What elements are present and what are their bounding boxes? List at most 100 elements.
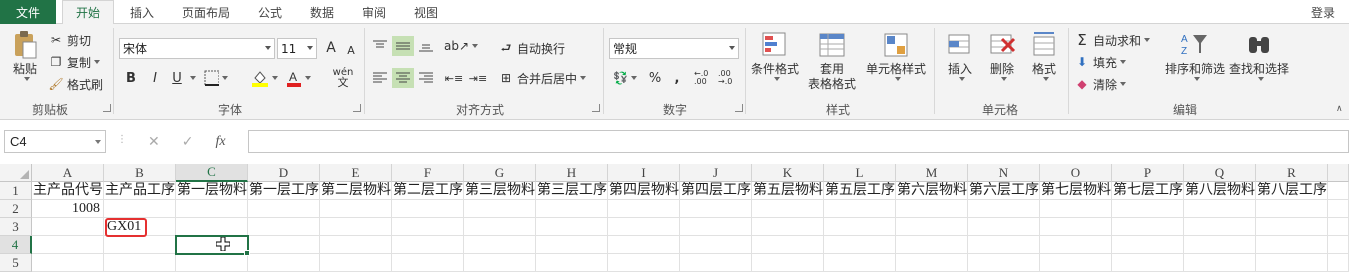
- cell[interactable]: [824, 236, 896, 254]
- column-header-m[interactable]: M: [896, 164, 968, 182]
- cell[interactable]: [536, 200, 608, 218]
- insert-cells-button[interactable]: 插入: [940, 30, 980, 81]
- align-center-button[interactable]: [392, 68, 414, 88]
- column-header-p[interactable]: P: [1112, 164, 1184, 182]
- column-header-a[interactable]: A: [32, 164, 104, 182]
- bold-button[interactable]: B: [122, 68, 140, 88]
- shrink-font-button[interactable]: A: [342, 40, 360, 60]
- cell[interactable]: [968, 218, 1040, 236]
- row-header-2[interactable]: 2: [0, 200, 32, 218]
- accounting-format-button[interactable]: 💱: [610, 68, 640, 88]
- cell[interactable]: 第六层工序: [968, 182, 1040, 200]
- cell[interactable]: [248, 254, 320, 272]
- collapse-ribbon-icon[interactable]: ∧: [1336, 104, 1343, 114]
- cell[interactable]: [464, 236, 536, 254]
- conditional-formatting-button[interactable]: 条件格式: [748, 30, 802, 81]
- cancel-icon[interactable]: ✕: [148, 134, 160, 150]
- column-header-f[interactable]: F: [392, 164, 464, 182]
- cell[interactable]: 第八层工序特: [1256, 182, 1328, 200]
- autosum-button[interactable]: Σ 自动求和: [1074, 30, 1151, 50]
- cell[interactable]: [392, 218, 464, 236]
- cell[interactable]: [248, 200, 320, 218]
- formula-input[interactable]: [248, 130, 1349, 153]
- cell[interactable]: 第一层工序: [248, 182, 320, 200]
- column-header-q[interactable]: Q: [1184, 164, 1256, 182]
- cell[interactable]: [464, 200, 536, 218]
- align-right-button[interactable]: [416, 68, 436, 88]
- cut-button[interactable]: ✂ 剪切: [48, 30, 91, 50]
- increase-decimal-button[interactable]: ←.0 .00: [694, 68, 716, 88]
- align-top-button[interactable]: [370, 36, 390, 56]
- paste-button[interactable]: 粘贴: [6, 30, 44, 81]
- cell[interactable]: [392, 200, 464, 218]
- column-header-h[interactable]: H: [536, 164, 608, 182]
- cell[interactable]: 第四层工序: [680, 182, 752, 200]
- cell[interactable]: [176, 200, 248, 218]
- cell[interactable]: [1112, 236, 1184, 254]
- cell[interactable]: [752, 254, 824, 272]
- underline-dropdown[interactable]: [186, 68, 196, 88]
- cell[interactable]: [104, 254, 176, 272]
- cell-styles-button[interactable]: 单元格样式: [864, 30, 928, 81]
- increase-indent-button[interactable]: ⇥≡: [468, 68, 488, 88]
- enter-icon[interactable]: ✓: [182, 134, 194, 150]
- cell[interactable]: [1328, 200, 1349, 218]
- cell[interactable]: [104, 236, 176, 254]
- underline-button[interactable]: U: [168, 68, 186, 88]
- cell[interactable]: [752, 236, 824, 254]
- login-link[interactable]: 登录: [1311, 4, 1335, 21]
- cell[interactable]: 1008: [32, 200, 104, 218]
- cell[interactable]: [968, 200, 1040, 218]
- cell[interactable]: [32, 236, 104, 254]
- comma-button[interactable]: ,: [670, 68, 684, 88]
- cell[interactable]: [248, 236, 320, 254]
- cell[interactable]: [824, 254, 896, 272]
- cell[interactable]: [824, 200, 896, 218]
- cell[interactable]: [1256, 254, 1328, 272]
- cell[interactable]: [896, 200, 968, 218]
- cell[interactable]: [32, 218, 104, 236]
- cell[interactable]: [896, 218, 968, 236]
- cell[interactable]: [896, 254, 968, 272]
- cell[interactable]: [320, 218, 392, 236]
- cell[interactable]: 第五层工序: [824, 182, 896, 200]
- cell[interactable]: [1328, 254, 1349, 272]
- align-left-button[interactable]: [370, 68, 390, 88]
- font-size-select[interactable]: 11: [277, 38, 317, 59]
- wrap-text-button[interactable]: ⮐ 自动换行: [498, 38, 565, 58]
- grow-font-button[interactable]: A: [322, 38, 340, 58]
- column-header-r[interactable]: R: [1256, 164, 1328, 182]
- cell[interactable]: [464, 218, 536, 236]
- cell[interactable]: [1040, 236, 1112, 254]
- cell[interactable]: [176, 254, 248, 272]
- italic-button[interactable]: I: [146, 68, 164, 88]
- cell[interactable]: [752, 200, 824, 218]
- tab-file[interactable]: 文件: [0, 0, 56, 24]
- cell[interactable]: [1328, 236, 1349, 254]
- fill-handle[interactable]: [244, 250, 250, 256]
- cell[interactable]: [536, 254, 608, 272]
- cell[interactable]: [1256, 200, 1328, 218]
- tab-insert[interactable]: 插入: [122, 0, 162, 24]
- align-middle-button[interactable]: [392, 36, 414, 56]
- cell[interactable]: [1256, 218, 1328, 236]
- cell[interactable]: [680, 218, 752, 236]
- cell[interactable]: [1040, 200, 1112, 218]
- column-header-l[interactable]: L: [824, 164, 896, 182]
- cell[interactable]: 第二层物料: [320, 182, 392, 200]
- phonetic-button[interactable]: wén 文: [328, 68, 358, 89]
- cell[interactable]: [1112, 200, 1184, 218]
- cell[interactable]: [536, 218, 608, 236]
- cell[interactable]: [1112, 218, 1184, 236]
- column-header-g[interactable]: G: [464, 164, 536, 182]
- cell[interactable]: 第八层物料: [1184, 182, 1256, 200]
- cell[interactable]: [608, 254, 680, 272]
- cell[interactable]: [896, 236, 968, 254]
- column-header-partial[interactable]: [1328, 164, 1349, 182]
- tab-formulas[interactable]: 公式: [250, 0, 290, 24]
- cell[interactable]: [1328, 182, 1349, 200]
- cell[interactable]: 主产品工序: [104, 182, 176, 200]
- cell[interactable]: 第三层物料: [464, 182, 536, 200]
- column-header-e[interactable]: E: [320, 164, 392, 182]
- cell[interactable]: [680, 236, 752, 254]
